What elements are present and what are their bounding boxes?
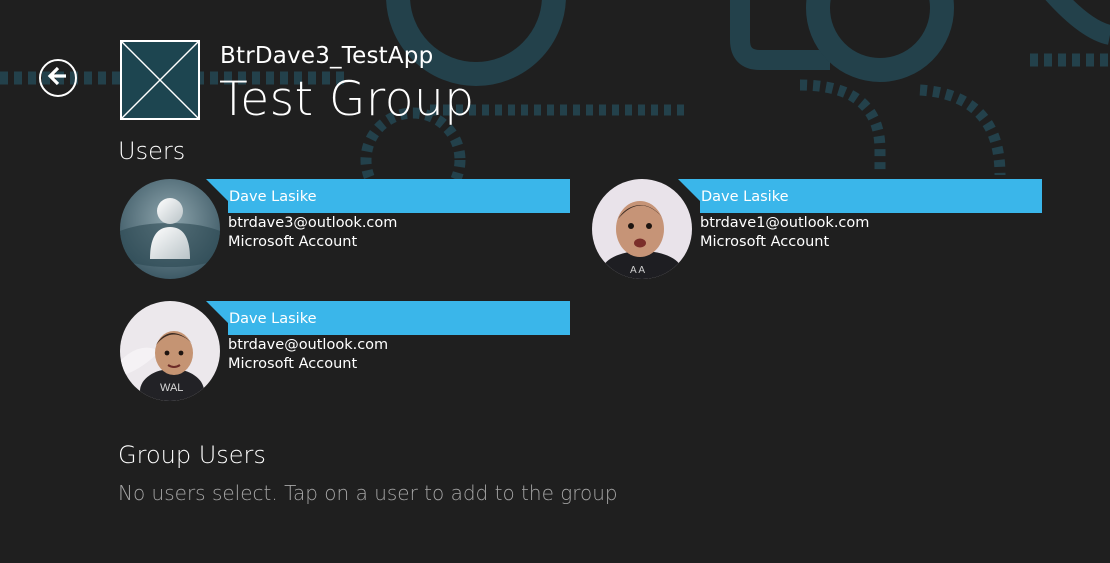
group-users-heading: Group Users: [118, 441, 266, 469]
account-type: Microsoft Account: [700, 234, 830, 250]
baby-photo-avatar: WAL: [120, 301, 220, 401]
user-name: Dave Lasike: [701, 189, 789, 205]
svg-text:WAL: WAL: [160, 382, 183, 394]
user-name: Dave Lasike: [229, 311, 317, 327]
empty-group-message: No users select. Tap on a user to add to…: [118, 481, 618, 505]
page-title: Test Group: [219, 72, 475, 127]
back-button[interactable]: [39, 59, 77, 97]
user-card[interactable]: WAL Dave Lasike btrdave@outlook.com Micr…: [120, 301, 572, 401]
app-name: BtrDave3_TestApp: [220, 43, 434, 69]
user-card[interactable]: A A Dave Lasike btrdave1@outlook.com Mic…: [592, 179, 1044, 279]
users-heading: Users: [118, 137, 186, 165]
user-card[interactable]: Dave Lasike btrdave3@outlook.com Microso…: [120, 179, 572, 279]
user-email: btrdave@outlook.com: [228, 337, 389, 353]
user-name: Dave Lasike: [229, 189, 317, 205]
account-type: Microsoft Account: [228, 356, 358, 372]
svg-text:A A: A A: [630, 265, 645, 276]
placeholder-logo-icon: [120, 40, 200, 120]
default-person-avatar: [120, 179, 220, 279]
account-type: Microsoft Account: [228, 234, 358, 250]
baby-photo-avatar: A A: [592, 179, 692, 279]
user-email: btrdave3@outlook.com: [228, 215, 398, 231]
back-arrow-icon: [47, 65, 69, 91]
user-email: btrdave1@outlook.com: [700, 215, 870, 231]
